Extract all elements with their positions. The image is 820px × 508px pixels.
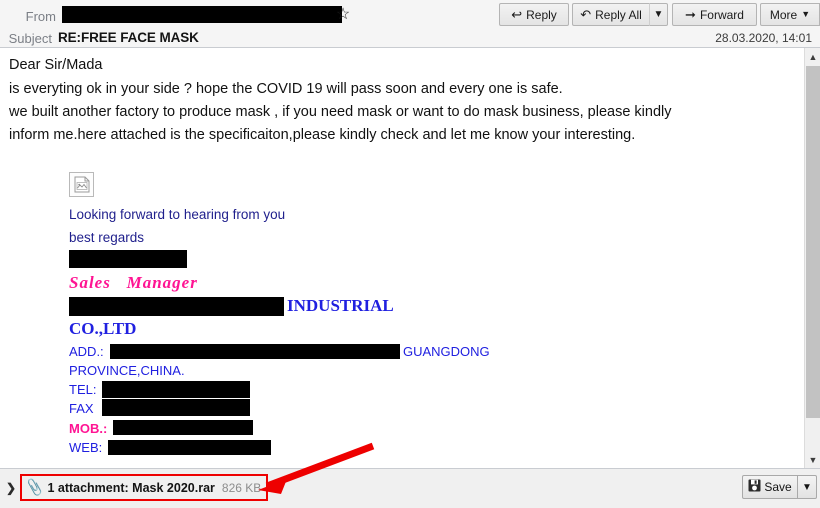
save-attachment-button[interactable]: Save [742,475,798,499]
reply-button-label: Reply [526,7,557,22]
broken-image-icon [69,172,94,197]
fax-redacted [102,399,250,416]
paperclip-icon: 📎 [24,477,46,497]
tel-redacted [102,381,250,398]
attachment-bar: ❯ 📎 1 attachment: Mask 2020.rar 826 KB S… [0,468,820,508]
save-dropdown-button[interactable]: ▼ [798,475,817,499]
save-disk-icon [748,479,761,495]
chevron-down-icon: ▼ [801,9,811,19]
address-region: GUANGDONG [403,344,490,359]
attachment-size: 826 KB [221,480,262,495]
reply-all-arrow-icon: ↶ [580,7,592,22]
address-line-2: PROVINCE,CHINA. [69,363,185,378]
company-name-redacted [69,297,284,316]
subject-label: Subject [8,31,52,46]
chevron-down-icon: ▼ [653,9,664,20]
signature-name-redacted [69,250,187,268]
signature-closing-line: Looking forward to hearing from you [69,207,286,222]
body-paragraph: is everyting ok in your side ? hope the … [9,81,563,97]
chevron-down-icon: ▼ [808,454,818,465]
forward-button-label: Forward [699,7,744,22]
reply-arrow-icon: ↩ [511,7,523,22]
reply-all-button-label: Reply All [595,7,642,22]
reply-all-button[interactable]: ↶ Reply All [572,3,650,26]
chevron-down-icon: ▼ [802,481,812,493]
scroll-up-button[interactable]: ▲ [805,48,820,65]
forward-arrow-icon: ➞ [685,7,696,22]
more-button-label: More [769,7,798,22]
email-header: From ☆ Subject RE:FREE FACE MASK 28.03.2… [0,0,820,48]
body-scrollbar[interactable]: ▲ ▼ [804,48,820,468]
email-date: 28.03.2020, 14:01 [715,31,812,45]
tel-label: TEL: [69,382,97,397]
mob-redacted [113,420,253,435]
attachment-label: 1 attachment: Mask 2020.rar [47,480,215,495]
email-body[interactable]: Dear Sir/Mada is everyting ok in your si… [0,48,804,468]
from-address-redacted[interactable] [62,6,342,23]
from-label: From [25,9,56,24]
web-label: WEB: [69,440,103,455]
chevron-right-icon[interactable]: ❯ [4,480,18,496]
reply-all-dropdown-button[interactable]: ▼ [650,3,668,26]
address-label: ADD.: [69,344,104,359]
mob-label: MOB.: [69,421,108,436]
address-redacted [110,344,400,359]
email-viewer-window: From ☆ Subject RE:FREE FACE MASK 28.03.2… [0,0,820,508]
subject-value: RE:FREE FACE MASK [58,30,199,45]
company-suffix: INDUSTRIAL [287,296,394,315]
signature-job-title: Sales Manager [69,273,198,292]
scrollbar-thumb[interactable] [806,66,820,418]
signature-regards-line: best regards [69,230,145,245]
forward-button[interactable]: ➞ Forward [672,3,757,26]
more-button[interactable]: More ▼ [760,3,820,26]
web-redacted [108,440,271,455]
chevron-up-icon: ▲ [808,51,818,62]
body-paragraph: we built another factory to produce mask… [9,104,672,120]
reply-button[interactable]: ↩ Reply [499,3,569,26]
fax-label: FAX [69,401,94,416]
body-paragraph: inform me.here attached is the specifica… [9,127,636,143]
company-suffix-second-line: CO.,LTD [69,319,137,338]
scroll-down-button[interactable]: ▼ [805,451,820,468]
attachment-item[interactable]: 📎 1 attachment: Mask 2020.rar 826 KB [20,474,269,501]
star-outline-icon[interactable]: ☆ [334,6,352,24]
save-button-label: Save [764,480,792,494]
body-paragraph: Dear Sir/Mada [9,57,103,73]
